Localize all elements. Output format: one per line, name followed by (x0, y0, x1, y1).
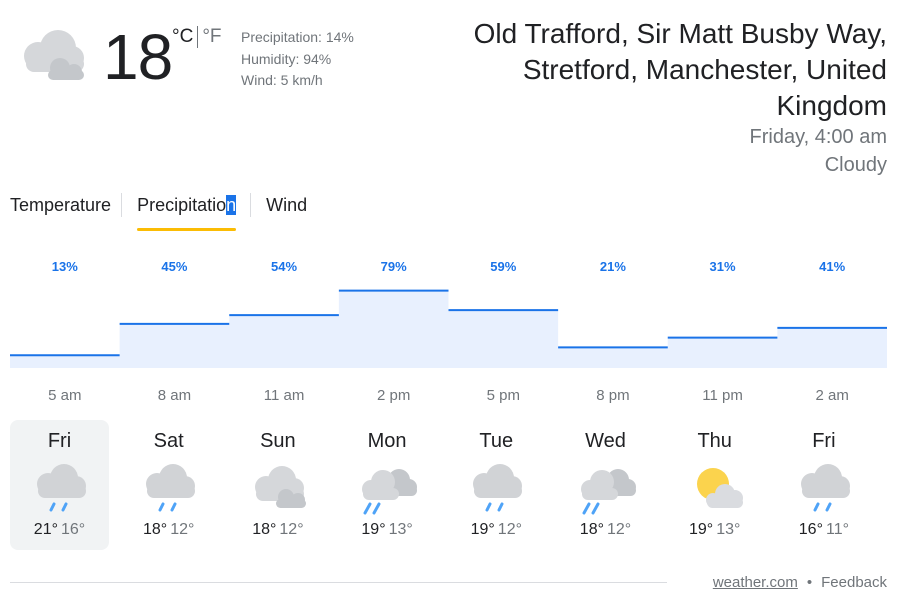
day-card[interactable]: Wed 18° 12° (556, 420, 655, 550)
day-low: 13° (388, 521, 413, 538)
day-name: Tue (479, 430, 514, 452)
day-name: Wed (585, 430, 626, 452)
time-tick-label: 5 pm (487, 387, 520, 404)
footer-separator: • (806, 574, 813, 591)
daily-forecast: Fri 21° 16° Sat 18° 12° Sun 18° 12° Mon 19°… (10, 420, 890, 550)
day-low: 16° (61, 521, 86, 538)
tab-wind-label: Wind (266, 195, 308, 215)
unit-divider (197, 26, 199, 48)
rain-cloud-icon (800, 464, 850, 512)
tab-temperature[interactable]: Temperature (0, 190, 121, 231)
day-card[interactable]: Thu 19° 13° (665, 420, 764, 550)
day-low: 12° (607, 521, 632, 538)
day-name: Fri (47, 430, 72, 452)
celsius-toggle[interactable]: °C (172, 26, 193, 48)
partly-cloudy-icon (696, 468, 743, 508)
cloudy-icon (24, 30, 84, 80)
day-low: 13° (716, 521, 741, 538)
day-card[interactable]: Fri 16° 11° (774, 420, 873, 550)
day-card[interactable]: Tue 19° 12° (447, 420, 546, 550)
day-high: 18° (142, 521, 168, 538)
source-link[interactable]: weather.com (713, 574, 798, 591)
day-temps: 18° 12° (228, 519, 327, 541)
fahrenheit-toggle[interactable]: °F (202, 26, 221, 48)
tab-temperature-label: Temperature (10, 195, 112, 215)
text-selection-highlight: n (226, 195, 237, 215)
precipitation-value-label: 79% (381, 259, 407, 274)
day-name: Sun (260, 430, 296, 452)
time-tick-label: 2 pm (377, 387, 410, 404)
rain-cloud-icon (145, 464, 195, 512)
datetime-text: Friday, 4:00 am (749, 126, 887, 148)
tab-precipitation[interactable]: Precipitation (121, 190, 250, 231)
day-low: 12° (497, 521, 522, 538)
showers-icon (580, 469, 636, 515)
day-high: 18° (579, 521, 604, 538)
unit-toggle: °C °F (172, 26, 222, 48)
day-temps: 18° 12° (119, 519, 218, 541)
day-card[interactable]: Sun 18° 12° (228, 420, 327, 550)
day-name: Fri (812, 430, 836, 452)
condition-text: Cloudy (824, 154, 887, 176)
day-card[interactable]: Fri 21° 16° (10, 420, 109, 550)
day-temps: 19° 13° (338, 519, 437, 541)
current-details: Precipitation: 14% Humidity: 94% Wind: 5… (241, 27, 354, 92)
feedback-link[interactable]: Feedback (821, 574, 887, 591)
day-high: 19° (470, 521, 495, 538)
showers-icon (362, 469, 418, 515)
day-temps: 19° 13° (665, 519, 764, 541)
day-card[interactable]: Mon 19° 13° (338, 420, 437, 550)
precipitation-value-label: 31% (710, 259, 736, 274)
forecast-tabs: Temperature Precipitation Wind (0, 190, 317, 234)
cloudy-icon (254, 466, 306, 508)
time-tick-label: 8 pm (596, 387, 629, 404)
day-high: 16° (798, 521, 823, 538)
time-tick-label: 2 am (816, 387, 849, 404)
day-high: 19° (361, 521, 386, 538)
day-name: Sat (153, 430, 184, 452)
time-tick-label: 5 am (48, 387, 81, 404)
precipitation-chart-svg: 13% 5 am 45% 8 am 54% 11 am 79% 2 pm 59% 5 pm 21% 8… (10, 259, 887, 404)
precipitation-value-label: 45% (161, 259, 187, 274)
day-temps: 16° 11° (774, 519, 873, 541)
footer-divider (10, 582, 667, 583)
precipitation-area (10, 290, 887, 368)
time-tick-label: 11 pm (702, 387, 743, 404)
precipitation-value-label: 59% (490, 259, 516, 274)
precipitation-text: Precipitation: 14% (241, 29, 354, 45)
day-temps: 19° 12° (447, 519, 546, 541)
tab-precipitation-label: Precipitatio (137, 195, 227, 215)
footer: weather.com • Feedback (713, 573, 887, 593)
humidity-text: Humidity: 94% (241, 50, 332, 67)
tab-wind[interactable]: Wind (250, 190, 317, 231)
wind-text: Wind: 5 km/h (241, 72, 323, 88)
rain-cloud-icon (36, 464, 86, 512)
day-high: 18° (252, 521, 277, 538)
precipitation-value-label: 21% (600, 259, 626, 274)
precipitation-value-label: 41% (819, 259, 845, 274)
day-high: 19° (688, 521, 714, 538)
day-low: 11° (825, 521, 849, 538)
day-high: 21° (33, 521, 58, 538)
time-tick-label: 11 am (264, 387, 305, 404)
day-low: 12° (279, 521, 304, 538)
day-name: Mon (367, 430, 407, 452)
day-name: Thu (697, 430, 732, 452)
location-name: Old Trafford, Sir Matt Busby Way, Stretf… (473, 18, 887, 121)
day-low: 12° (170, 521, 195, 538)
day-card[interactable]: Sat 18° 12° (119, 420, 218, 550)
precipitation-chart: 13% 5 am 45% 8 am 54% 11 am 79% 2 pm 59% 5 pm 21% 8… (0, 250, 900, 410)
time-tick-label: 8 am (158, 387, 191, 404)
precipitation-value-label: 54% (271, 259, 297, 274)
day-temps: 21° 16° (10, 519, 109, 541)
day-temps: 18° 12° (556, 519, 655, 541)
current-temperature: 18 (103, 21, 173, 93)
rain-cloud-icon (473, 464, 523, 512)
precipitation-value-label: 13% (52, 259, 78, 274)
